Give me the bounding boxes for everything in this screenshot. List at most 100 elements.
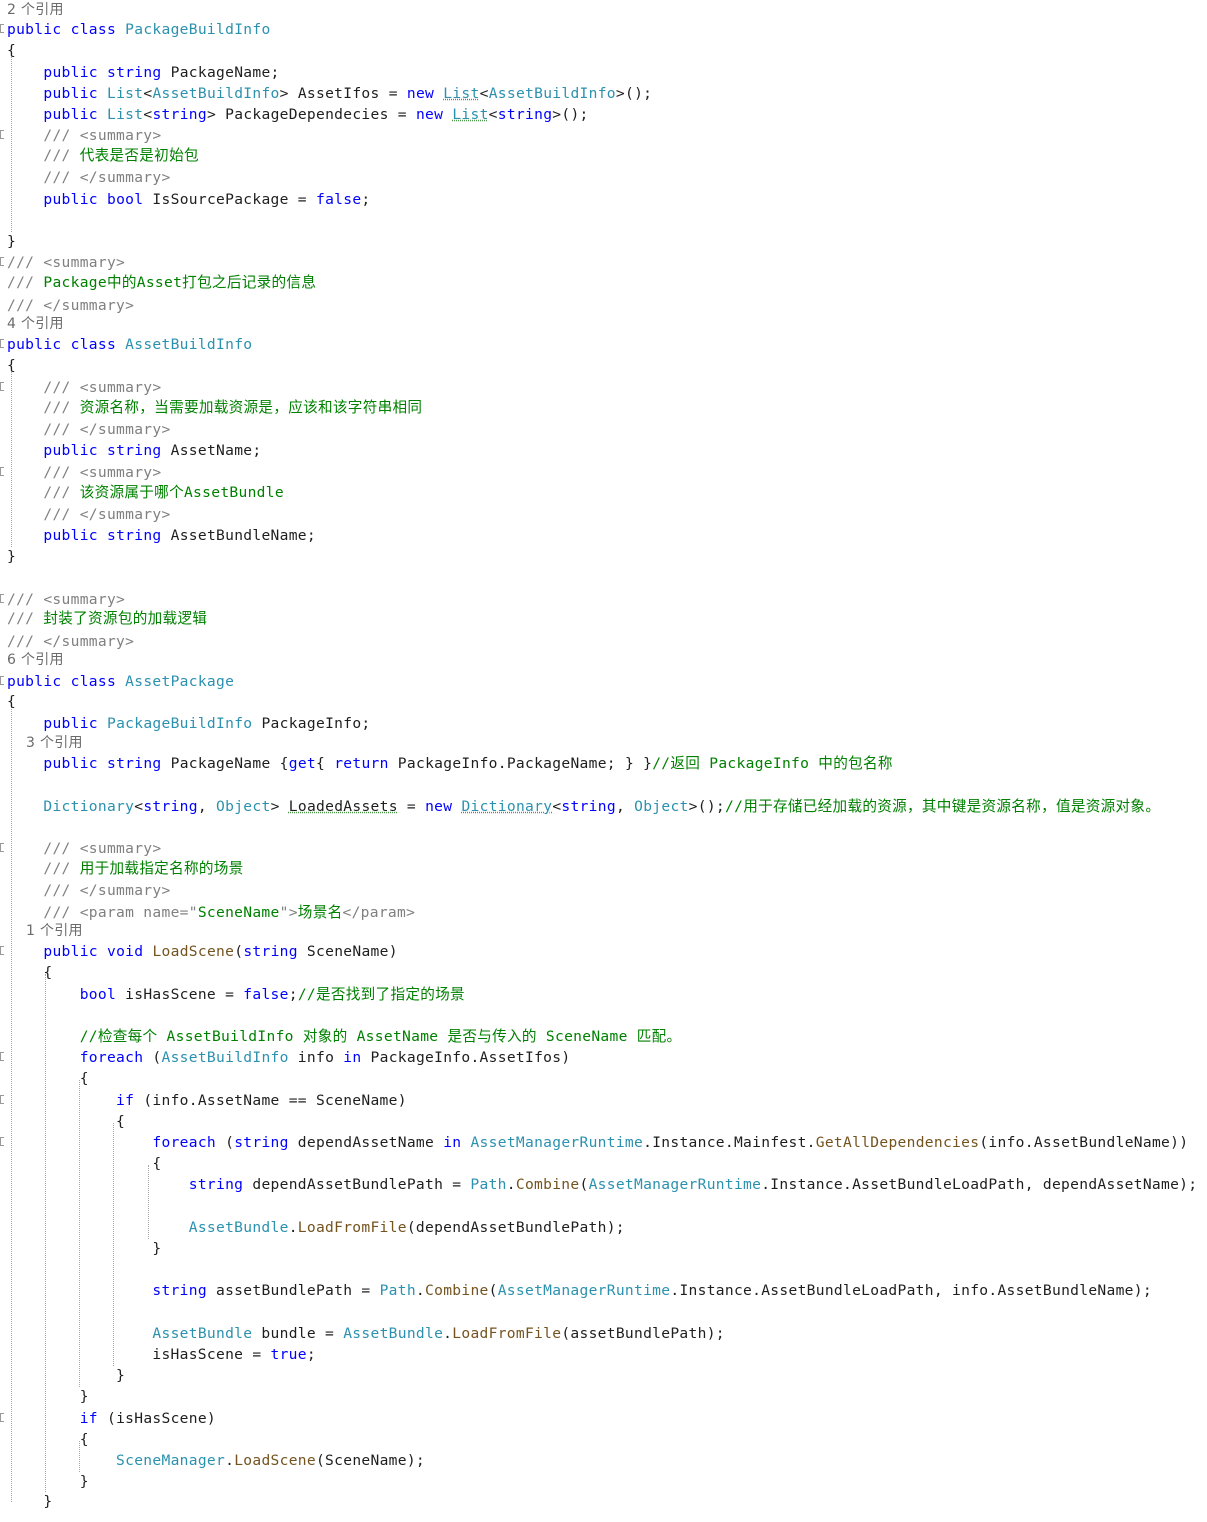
fold-marker-icon[interactable] [0, 382, 4, 391]
code-text: /// <param name="SceneName">场景名</param> [7, 902, 415, 923]
code-text: public string AssetName; [7, 440, 261, 461]
code-token: 4 个引用 [7, 316, 64, 332]
code-token: GetAllDependencies [815, 1134, 980, 1151]
code-token: /// [7, 274, 35, 291]
code-token: if [116, 1092, 135, 1109]
code-token: true [270, 1346, 307, 1363]
code-token: (SceneName); [315, 1452, 426, 1469]
fold-marker-icon[interactable] [0, 1052, 4, 1061]
code-token: AssetPackage [125, 673, 235, 690]
code-token: ( [143, 1049, 162, 1066]
code-token: new [415, 106, 444, 123]
code-token: AssetBundleName; [161, 527, 316, 544]
code-text: string dependAssetBundlePath = Path.Comb… [7, 1174, 1197, 1195]
fold-marker-icon[interactable] [0, 843, 4, 852]
code-text: foreach (string dependAssetName in Asset… [7, 1132, 1188, 1153]
code-token: class [70, 336, 117, 353]
code-token: < [488, 106, 498, 123]
code-token: Dictionary [43, 798, 135, 815]
code-token: AssetBuildInfo [161, 1049, 289, 1066]
code-token: 代表是否是初始包 [70, 147, 199, 164]
code-token: /// </summary> [43, 882, 171, 899]
code-text: isHasScene = true; [7, 1344, 316, 1365]
code-token: . [225, 1452, 235, 1469]
code-text: { [7, 691, 16, 712]
code-text: { [7, 40, 16, 61]
code-token: > AssetIfos = [279, 85, 407, 102]
code-token: >(); [688, 798, 726, 815]
code-token: 2 个引用 [7, 2, 64, 18]
code-token: Path [470, 1176, 507, 1193]
code-token: } [7, 548, 17, 565]
code-token: = [397, 798, 426, 815]
code-text: Dictionary<string, Object> LoadedAssets … [7, 796, 1160, 817]
code-token: ; [361, 191, 371, 208]
code-token: PackageName; [161, 64, 280, 81]
code-token: /// <summary> [43, 127, 162, 144]
code-token: //检查每个 AssetBuildInfo 对象的 AssetName 是否与传… [79, 1028, 682, 1045]
code-token: class [70, 673, 117, 690]
code-token: string [152, 106, 207, 123]
code-editor[interactable]: 2 个引用 public class PackageBuildInfo{ publ… [0, 0, 1207, 1522]
code-token: string [106, 442, 162, 459]
code-text: public void LoadScene(string SceneName) [7, 941, 398, 962]
fold-marker-icon[interactable] [0, 1095, 4, 1104]
code-text: /// <summary> [7, 125, 161, 146]
code-token: (assetBundlePath); [561, 1325, 725, 1342]
code-token: .Instance.Mainfest. [643, 1134, 816, 1151]
fold-marker-icon[interactable] [0, 594, 4, 603]
code-text: 1 个引用 [7, 921, 83, 942]
code-token: AssetName; [161, 442, 262, 459]
code-text: 2 个引用 [7, 0, 64, 21]
code-text: 6 个引用 [7, 650, 64, 671]
code-text: { [7, 1111, 125, 1132]
fold-marker-icon[interactable] [0, 24, 4, 33]
code-token: /// </summary> [43, 169, 171, 186]
code-token: string [143, 798, 198, 815]
code-text: 4 个引用 [7, 314, 64, 335]
fold-marker-icon[interactable] [0, 676, 4, 685]
fold-marker-icon[interactable] [0, 1413, 4, 1422]
fold-marker-icon[interactable] [0, 1137, 4, 1146]
code-text: { [7, 1429, 89, 1450]
fold-marker-icon[interactable] [0, 339, 4, 348]
code-token: { [7, 1070, 89, 1087]
code-token: public [43, 442, 98, 459]
code-token: info [288, 1049, 344, 1066]
code-text: /// </summary> [7, 419, 171, 440]
code-token: { [7, 693, 17, 710]
code-token: , [615, 798, 635, 815]
code-token: .Instance.AssetBundleLoadPath, info.Asse… [670, 1282, 1152, 1299]
code-token: void [106, 943, 144, 960]
code-text: /// </summary> [7, 880, 171, 901]
code-token: ; [288, 986, 298, 1003]
code-text: /// </summary> [7, 631, 134, 652]
fold-marker-icon[interactable] [0, 257, 4, 266]
code-text: bool isHasScene = false;//是否找到了指定的场景 [7, 984, 465, 1005]
fold-marker-icon[interactable] [0, 130, 4, 139]
fold-marker-icon[interactable] [0, 467, 4, 476]
code-token: 6 个引用 [7, 652, 64, 668]
code-token: { [7, 1155, 162, 1172]
code-token: AssetBundle [188, 1219, 289, 1236]
code-token: class [70, 21, 117, 38]
code-token: AssetManagerRuntime [470, 1134, 644, 1151]
code-token: Package中的Asset打包之后记录的信息 [34, 274, 317, 291]
code-token: string [106, 755, 162, 772]
code-token: . [288, 1219, 298, 1236]
fold-marker-icon[interactable] [0, 946, 4, 955]
code-token: "> [279, 904, 298, 921]
code-token: Object [634, 798, 689, 815]
code-text: if (isHasScene) [7, 1408, 216, 1429]
code-text: public string AssetBundleName; [7, 525, 316, 546]
